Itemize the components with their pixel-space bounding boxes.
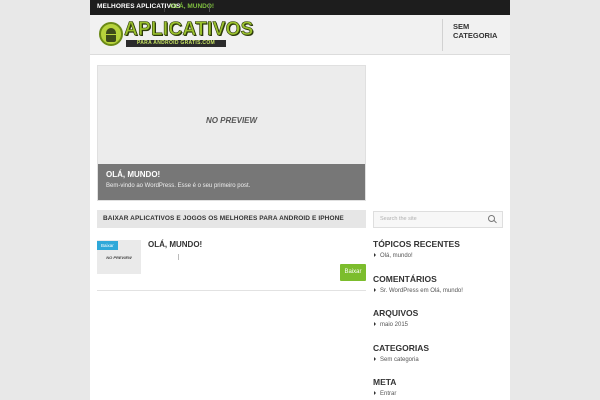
post-title[interactable]: OLÁ, MUNDO! — [148, 240, 202, 249]
widget-link-text[interactable]: Sem categoria — [380, 357, 419, 363]
widget-link[interactable]: maio 2015 — [374, 322, 408, 328]
topnav-item-melhores-aplicativos[interactable]: MELHORES APLICATIVOS — [97, 3, 181, 10]
featured-caption: OLÁ, MUNDO! Bem-vindo ao WordPress. Esse… — [98, 164, 365, 200]
featured-post-title[interactable]: OLÁ, MUNDO! — [106, 170, 160, 179]
bullet-icon — [374, 253, 376, 258]
logo-wordmark: APLICATIVOS — [124, 19, 254, 41]
widget-link-text[interactable]: Sr. WordPress em Olá, mundo! — [380, 288, 463, 294]
search-icon[interactable] — [488, 215, 497, 224]
logo-subtitle: PARA ANDROID GRATIS.COM — [126, 40, 226, 47]
widget-link[interactable]: Entrar — [374, 391, 396, 397]
widget-title-archives: ARQUIVOS — [373, 308, 419, 318]
featured-post-excerpt: Bem-vindo ao WordPress. Esse é o seu pri… — [106, 183, 251, 189]
widget-title-comments: COMENTÁRIOS — [373, 274, 437, 284]
section-title-text: BAIXAR APLICATIVOS E JOGOS OS MELHORES P… — [103, 215, 344, 222]
topnav-divider — [164, 3, 165, 12]
no-preview-placeholder: NO PREVIEW — [205, 116, 258, 125]
bullet-icon — [374, 391, 376, 396]
featured-post-slider[interactable]: NO PREVIEW OLÁ, MUNDO! Bem-vindo ao Word… — [97, 65, 366, 201]
post-meta-divider — [178, 254, 179, 260]
menu-divider — [442, 19, 443, 51]
widget-link[interactable]: Sem categoria — [374, 357, 419, 363]
android-icon — [99, 22, 123, 46]
widget-link-text[interactable]: Entrar — [380, 391, 396, 397]
widget-title-recent-topics: TÓPICOS RECENTES — [373, 239, 460, 249]
bullet-icon — [374, 357, 376, 362]
category-badge[interactable]: Baixar — [97, 241, 118, 250]
widget-link[interactable]: Olá, mundo! — [374, 253, 413, 259]
widget-title-categories: CATEGORIAS — [373, 343, 430, 353]
no-preview-placeholder: NO PREVIEW — [106, 255, 132, 260]
widget-link-text[interactable]: maio 2015 — [380, 322, 408, 328]
bullet-icon — [374, 322, 376, 327]
widget-link[interactable]: Sr. WordPress em Olá, mundo! — [374, 288, 463, 294]
search-input[interactable]: Search the site — [380, 216, 417, 222]
search-box[interactable]: Search the site — [373, 211, 503, 228]
post-thumbnail[interactable]: Baixar NO PREVIEW — [97, 240, 141, 274]
topnav-item-ola-mundo[interactable]: OLÁ, MUNDO! — [170, 3, 214, 10]
section-title: BAIXAR APLICATIVOS E JOGOS OS MELHORES P… — [97, 210, 366, 228]
site-header: APLICATIVOS PARA ANDROID GRATIS.COM SEM … — [90, 15, 510, 55]
bullet-icon — [374, 288, 376, 293]
widget-link-text[interactable]: Olá, mundo! — [380, 253, 413, 259]
site-logo[interactable]: APLICATIVOS PARA ANDROID GRATIS.COM — [99, 19, 254, 49]
top-navigation-bar: MELHORES APLICATIVOS OLÁ, MUNDO! — [90, 0, 510, 15]
download-button[interactable]: Baixar — [340, 264, 366, 281]
topnav-divider — [209, 3, 210, 12]
post-divider — [97, 290, 366, 291]
widget-title-meta: META — [373, 377, 397, 387]
main-menu-item-sem-categoria[interactable]: SEM CATEGORIA — [453, 22, 510, 40]
